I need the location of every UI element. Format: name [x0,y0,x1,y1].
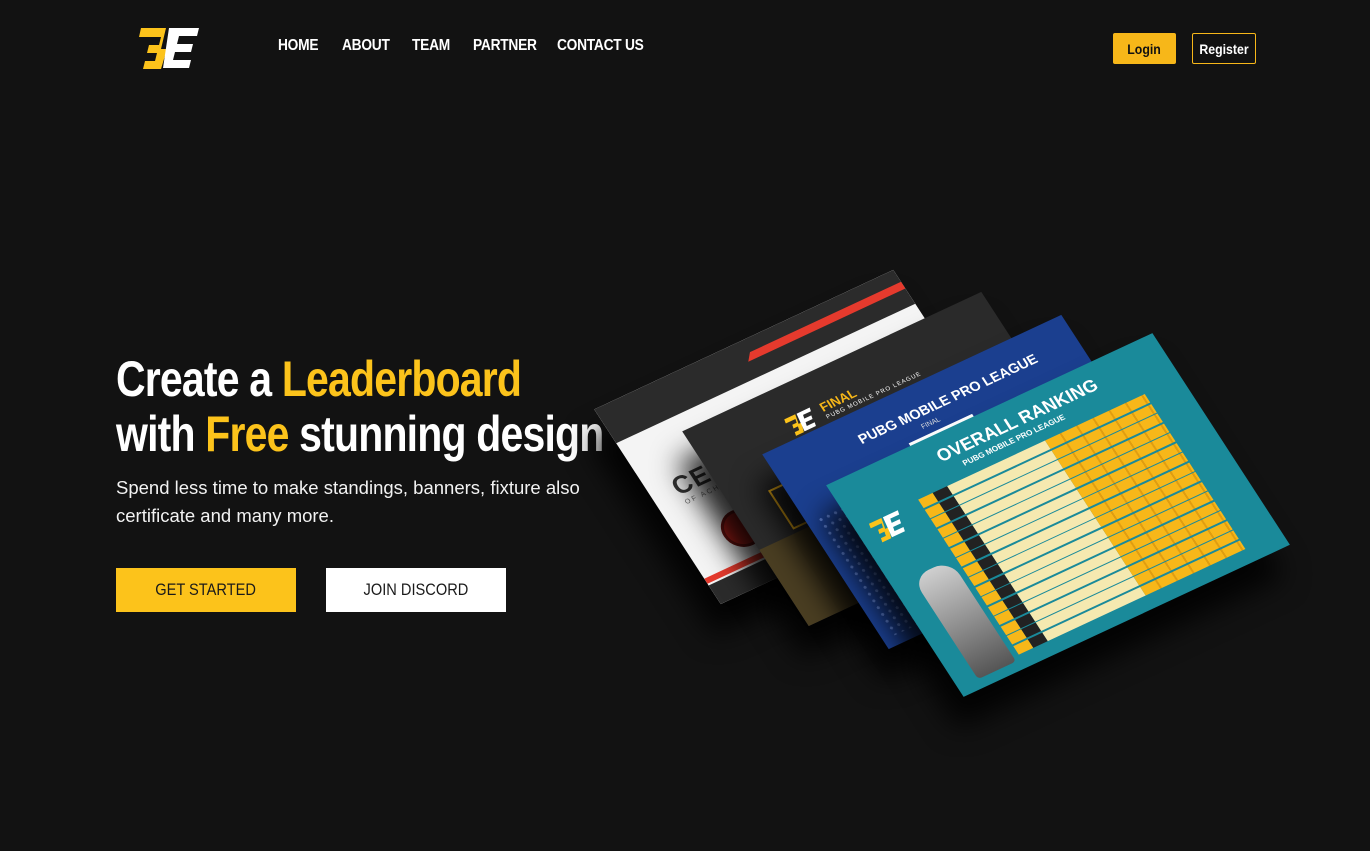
join-discord-label: JOIN DISCORD [363,580,469,599]
nav-contact-us[interactable]: CONTACT US [557,37,644,55]
nav-about[interactable]: ABOUT [342,37,390,55]
login-label: Login [1127,40,1162,57]
get-started-button[interactable]: GET STARTED [116,568,296,612]
nav-home[interactable]: HOME [278,37,319,55]
hero-title-part: Create a [116,351,282,407]
join-discord-button[interactable]: JOIN DISCORD [326,568,506,612]
login-button[interactable]: Login [1113,33,1176,64]
nav-partner[interactable]: PARTNER [473,37,537,55]
brand-logo[interactable] [139,25,201,71]
register-button[interactable]: Register [1192,33,1256,64]
hero-title-part: with [116,406,206,462]
hero-title-highlight-leaderboard: Leaderboard [281,351,522,407]
hero-title: Create a Leaderboard with Free stunning … [116,351,604,462]
nav-team[interactable]: TEAM [412,37,450,55]
get-started-label: GET STARTED [155,580,257,599]
hero-title-highlight-free: Free [205,406,289,462]
design-showcase: CERTIFICATE OF ACHIEVEMENT FINAL PUBG MO… [594,262,1290,702]
register-label: Register [1199,40,1249,57]
hero-title-part: stunning design [288,406,604,462]
brand-logo-small [868,510,905,543]
hero-subtitle: Spend less time to make standings, banne… [116,477,580,526]
